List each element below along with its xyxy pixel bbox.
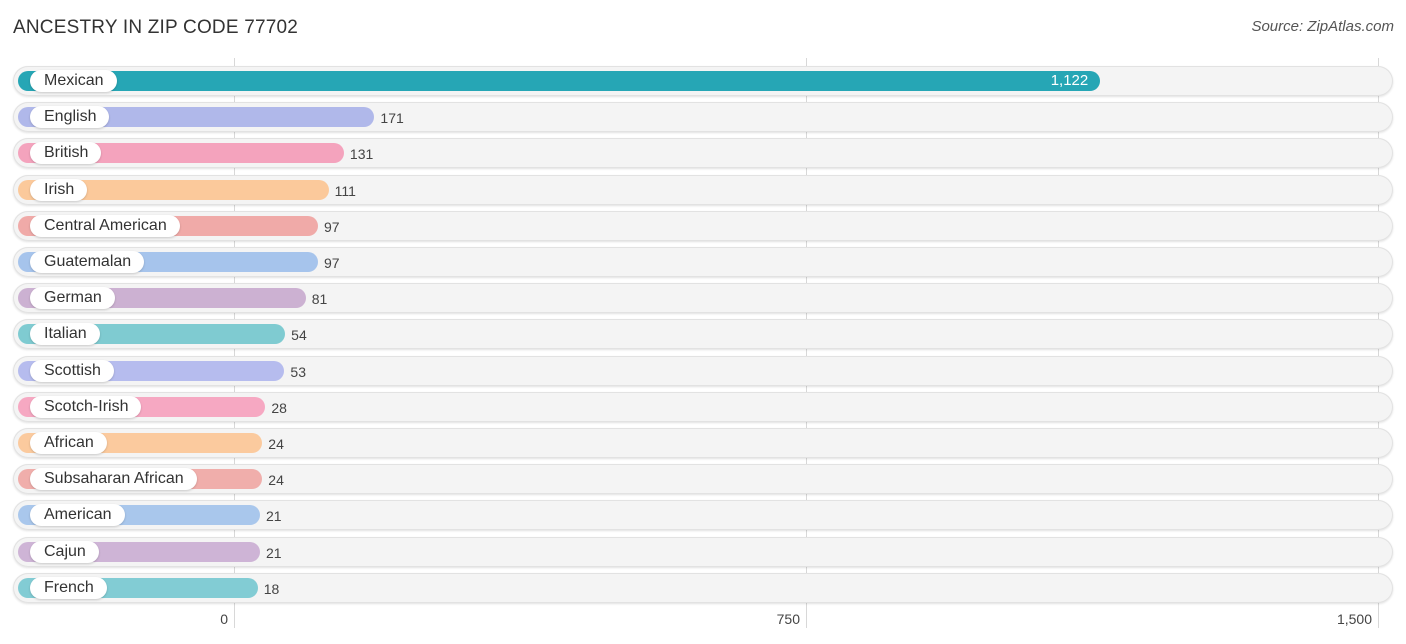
category-label: British: [30, 142, 102, 165]
category-label: German: [30, 287, 115, 310]
x-tick-label: 1,500: [1336, 611, 1372, 627]
category-label: Irish: [30, 178, 88, 201]
x-tick-label: 0: [220, 611, 228, 627]
value-label: 131: [349, 146, 374, 163]
bar: [18, 71, 1100, 91]
category-label: Scotch-Irish: [30, 395, 142, 418]
bar-chart: Mexican 1,122 English 171 British 131 Irish 111…: [0, 0, 1406, 644]
category-label: Central American: [30, 214, 180, 237]
value-label: 24: [268, 436, 284, 452]
value-label: 21: [266, 544, 282, 561]
category-label: Italian: [30, 323, 100, 346]
value-label: 18: [263, 580, 280, 597]
category-label: Subsaharan African: [30, 468, 197, 491]
category-label: Guatemalan: [30, 251, 145, 273]
category-label: American: [30, 504, 125, 527]
category-label: Mexican: [30, 70, 117, 92]
category-label: African: [30, 432, 107, 454]
value-label: 28: [271, 399, 287, 416]
category-label: Cajun: [30, 540, 99, 563]
value-label: 1,122: [1050, 72, 1089, 89]
value-label: 53: [290, 363, 306, 380]
value-label: 54: [291, 327, 307, 344]
value-label: 111: [334, 182, 356, 199]
value-label: 171: [380, 110, 404, 127]
value-label: 97: [323, 218, 340, 235]
category-label: English: [30, 106, 110, 129]
x-tick-label: 750: [776, 611, 800, 627]
value-label: 81: [311, 291, 328, 308]
value-label: 24: [268, 472, 284, 489]
value-label: 97: [323, 255, 340, 271]
category-label: French: [30, 576, 107, 599]
category-label: Scottish: [30, 359, 114, 382]
value-label: 21: [266, 508, 282, 525]
